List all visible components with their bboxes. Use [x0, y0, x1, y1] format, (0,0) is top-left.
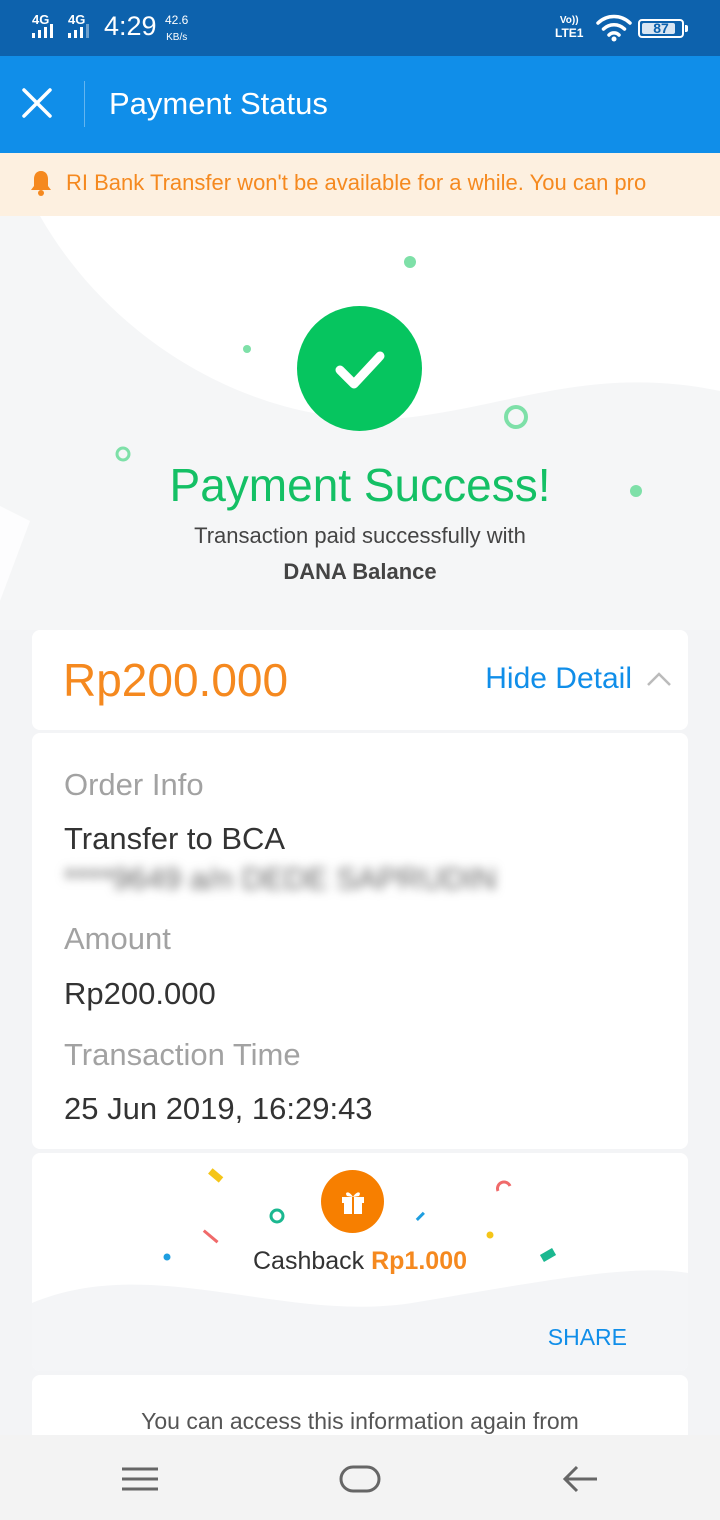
signal-icon-2 [68, 24, 89, 38]
total-amount: Rp200.000 [63, 654, 289, 706]
cashback-card: Cashback Rp1.000 SHARE [32, 1153, 688, 1371]
chevron-up-icon [647, 672, 671, 686]
cashback-label: Cashback [252, 1247, 365, 1275]
hide-detail-label: Hide Detail [485, 662, 632, 695]
order-detail-card: Order Info Transfer to BCA ****9649 a/n … [32, 733, 688, 1149]
order-info-value: Transfer to BCA ****9649 a/n DEDE SAPRUD… [64, 819, 624, 899]
menu-icon[interactable] [120, 1459, 160, 1499]
redacted-account: ****9649 a/n DEDE SAPRUDIN [64, 861, 497, 896]
network-speed: 42.6 KB/s [165, 12, 188, 46]
order-info-label: Order Info [64, 767, 204, 802]
back-icon[interactable] [560, 1459, 600, 1499]
success-title: Payment Success! [169, 459, 551, 511]
amount-label: Amount [64, 921, 171, 956]
network-speed-value: 42.6 [165, 13, 189, 27]
transaction-time-value: 25 Jun 2019, 16:29:43 [64, 1091, 373, 1126]
clock: 4:29 [104, 11, 157, 41]
notice-banner[interactable]: RI Bank Transfer won't be available for … [0, 153, 720, 216]
network-speed-unit: KB/s [166, 32, 188, 43]
system-nav-bar [0, 1435, 720, 1520]
notice-text: RI Bank Transfer won't be available for … [66, 170, 647, 195]
home-icon[interactable] [338, 1459, 382, 1499]
wifi-icon [596, 14, 632, 42]
success-check-icon [297, 306, 422, 431]
app-bar: Payment Status [0, 56, 720, 153]
info-text: You can access this information again fr… [141, 1408, 579, 1434]
payment-result-hero: Payment Success! Transaction paid succes… [0, 216, 720, 630]
battery-percent: 87 [653, 20, 669, 36]
page-title: Payment Status [109, 86, 328, 121]
close-button[interactable] [14, 80, 60, 126]
order-info-text: Transfer to BCA [64, 821, 284, 856]
volte-indicator: Vo)) LTE1 [555, 14, 583, 40]
amount-card: Rp200.000 Hide Detail [32, 630, 688, 730]
gift-icon [321, 1170, 384, 1233]
success-subtitle: Transaction paid successfully with [194, 523, 526, 548]
lte-label: LTE1 [555, 26, 584, 40]
cashback-amount: Rp1.000 [371, 1247, 467, 1275]
battery-icon: 87 [638, 19, 688, 38]
transaction-time-label: Transaction Time [64, 1037, 301, 1072]
close-icon [22, 88, 52, 118]
hide-detail-button[interactable]: Hide Detail [485, 662, 672, 696]
signal-icon-1 [32, 24, 53, 38]
share-button[interactable]: SHARE [548, 1324, 627, 1351]
app-bar-divider [84, 81, 85, 127]
bell-icon [31, 171, 51, 196]
cashback-info: Cashback Rp1.000 [32, 1247, 688, 1276]
status-bar: 4G 4G 4:29 42.6 KB/s Vo)) LTE1 87 [0, 0, 720, 56]
payment-method: DANA Balance [283, 559, 437, 584]
amount-value: Rp200.000 [64, 976, 216, 1011]
